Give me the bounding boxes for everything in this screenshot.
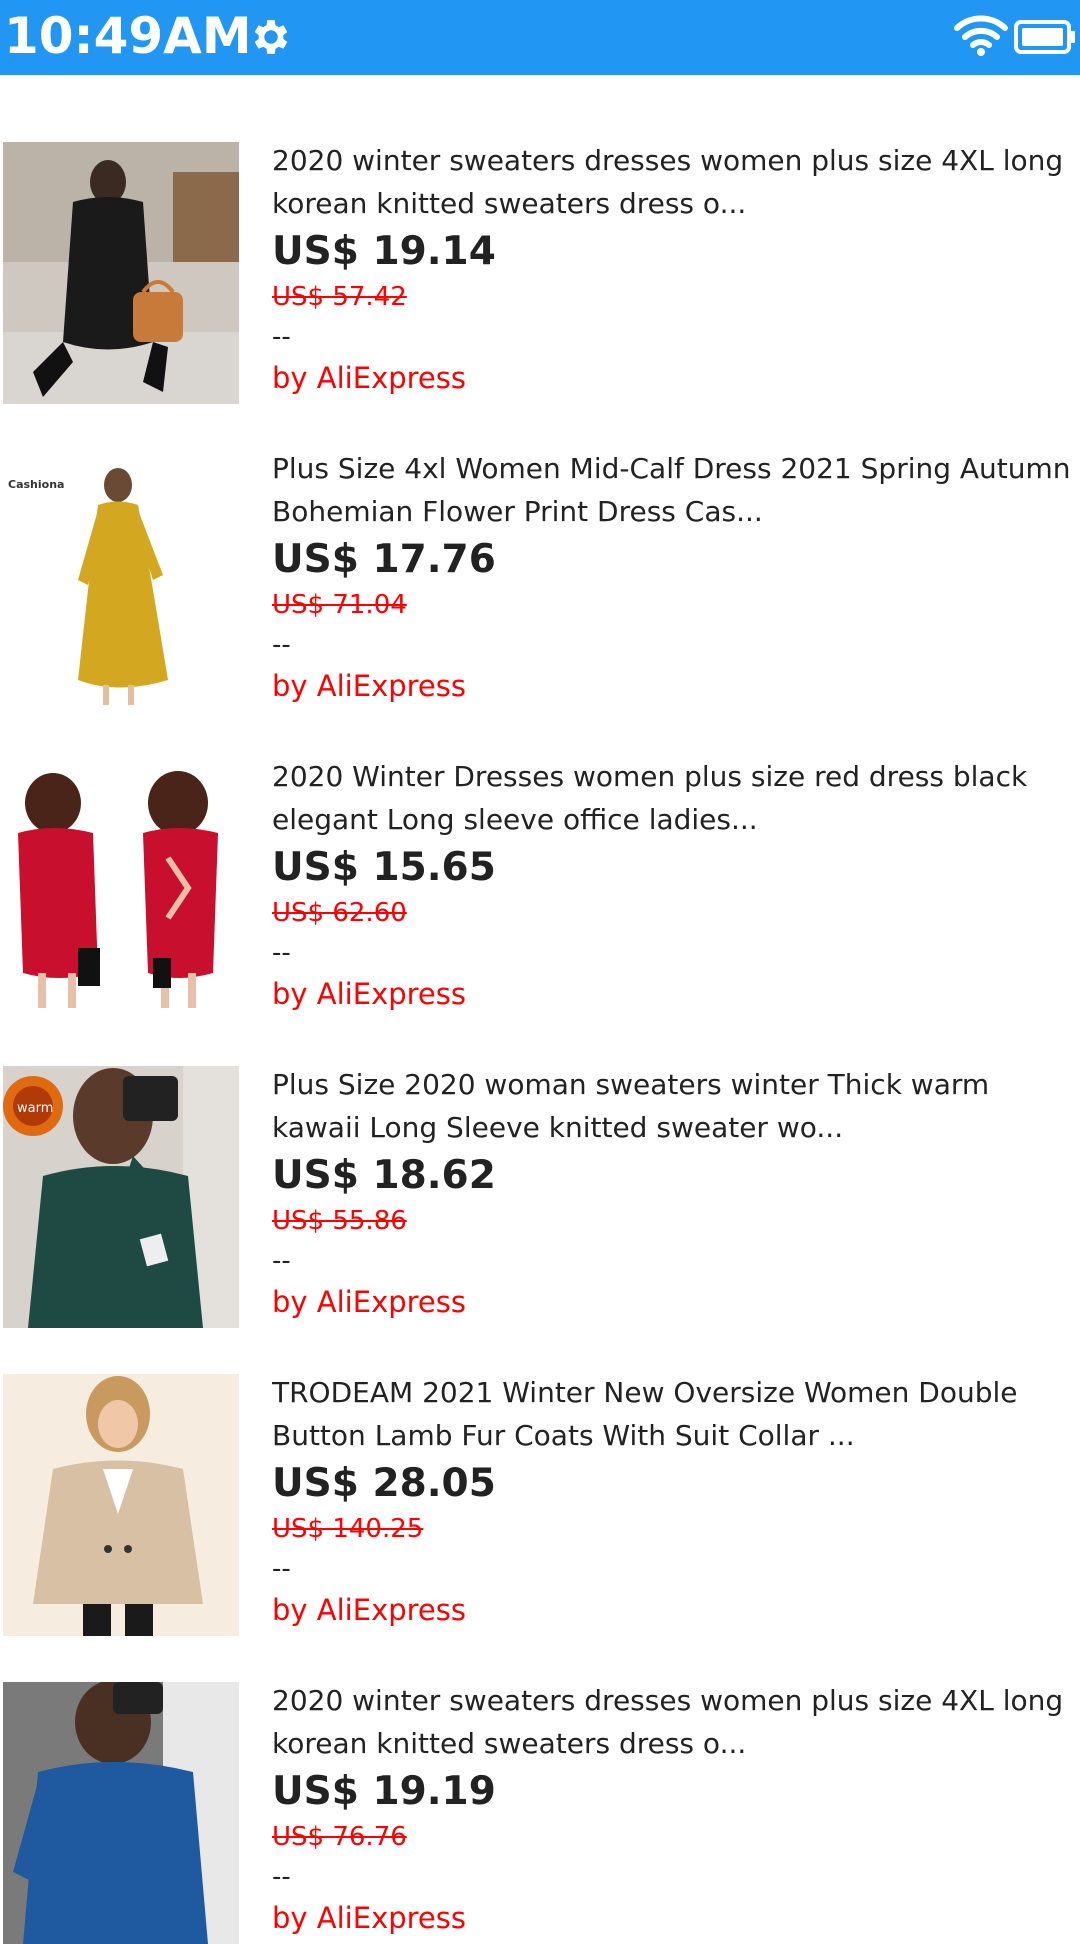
product-original-price: US$ 57.42 (272, 282, 407, 312)
product-price: US$ 15.65 (272, 845, 496, 890)
product-price: US$ 17.76 (272, 537, 496, 582)
product-price: US$ 28.05 (272, 1461, 496, 1506)
product-title[interactable]: TRODEAM 2021 Winter New Oversize Women D… (272, 1371, 1072, 1457)
wifi-icon (954, 15, 1008, 56)
product-original-price: US$ 140.25 (272, 1514, 424, 1544)
blue-sweater-image[interactable] (3, 1682, 239, 1944)
product-original-price: US$ 71.04 (272, 590, 407, 620)
product-rating: -- (272, 1862, 291, 1892)
product-title[interactable]: 2020 Winter Dresses women plus size red … (272, 755, 1072, 841)
battery-icon (1014, 20, 1075, 54)
yellow-print-dress-image[interactable]: Cashiona (3, 450, 239, 712)
product-title[interactable]: 2020 winter sweaters dresses women plus … (272, 1679, 1072, 1765)
product-title[interactable]: 2020 winter sweaters dresses women plus … (272, 139, 1072, 225)
product-rating: -- (272, 1554, 291, 1584)
product-price: US$ 19.14 (272, 229, 496, 274)
brand-watermark: Cashiona (8, 478, 64, 491)
product-list-item[interactable]: warm Plus Size 2020 woman sweaters winte… (0, 999, 1080, 1328)
status-bar: 10:49AM (0, 0, 1080, 75)
product-title[interactable]: Plus Size 4xl Women Mid-Calf Dress 2021 … (272, 447, 1072, 533)
product-list-item[interactable]: 2020 Winter Dresses women plus size red … (0, 691, 1080, 1020)
product-price: US$ 18.62 (272, 1153, 496, 1198)
product-seller: by AliExpress (272, 1901, 466, 1935)
black-knit-sweater-dress-image[interactable] (3, 142, 239, 404)
green-sweater-image[interactable]: warm (3, 1066, 239, 1328)
product-rating: -- (272, 630, 291, 660)
product-list-item[interactable]: 2020 winter sweaters dresses women plus … (0, 1615, 1080, 1944)
product-list-item[interactable]: TRODEAM 2021 Winter New Oversize Women D… (0, 1307, 1080, 1636)
status-time: 10:49AM (4, 7, 252, 65)
red-dress-image[interactable] (3, 758, 239, 1020)
product-price: US$ 19.19 (272, 1769, 496, 1814)
product-list-item[interactable]: Cashiona Plus Size 4xl Women Mid-Calf Dr… (0, 383, 1080, 712)
product-original-price: US$ 76.76 (272, 1822, 407, 1852)
warm-badge: warm (17, 1101, 53, 1116)
product-rating: -- (272, 322, 291, 352)
product-rating: -- (272, 1246, 291, 1276)
gear-icon (254, 20, 288, 54)
beige-lamb-fur-coat-image[interactable] (3, 1374, 239, 1636)
product-original-price: US$ 55.86 (272, 1206, 407, 1236)
product-rating: -- (272, 938, 291, 968)
product-list-item[interactable]: 2020 winter sweaters dresses women plus … (0, 75, 1080, 404)
product-title[interactable]: Plus Size 2020 woman sweaters winter Thi… (272, 1063, 1072, 1149)
product-original-price: US$ 62.60 (272, 898, 407, 928)
